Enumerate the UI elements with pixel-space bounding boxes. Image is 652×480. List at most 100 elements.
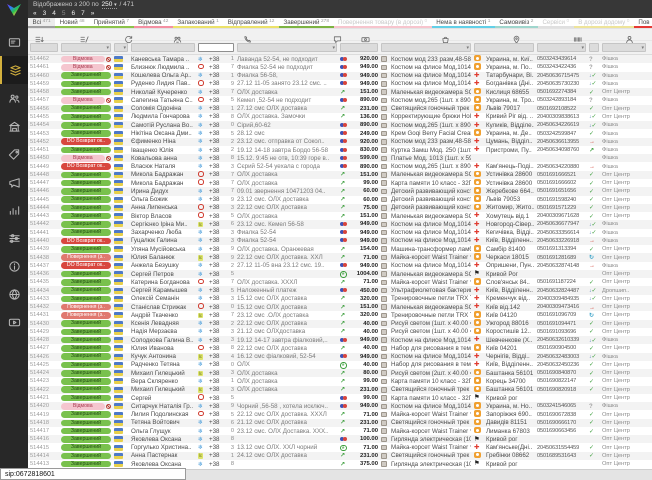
order-row[interactable]: 514451ЗавершенийІващенко Юлія❄+38219.12 … [28, 146, 652, 154]
last-page-icon[interactable]: » [91, 10, 95, 18]
filter-ttn[interactable]: ▾ [537, 43, 586, 52]
order-row[interactable]: 514434ЗавершенийСергей Карамышев❄+385Нал… [28, 286, 652, 294]
order-total: 949.00 [351, 337, 378, 343]
order-row[interactable]: 514460ЗавершенийКошелева Ольга Ар..❄+381… [28, 72, 652, 80]
order-row[interactable]: 514425ЗавершенийРадченко Тетяна❄+380ОЛХ₴… [28, 361, 652, 369]
settings-sliders-icon[interactable] [0, 224, 28, 252]
tab-Пов[interactable]: Пов [634, 18, 652, 28]
tab-Прийнятий[interactable]: Прийнятий7 [89, 18, 134, 28]
order-row[interactable]: 514423ЗавершенийВера Скляренко❄+381ОЛХ д… [28, 377, 652, 385]
page-button[interactable]: 4 [52, 10, 56, 18]
order-row[interactable]: 514419ЗавершенийЛилия Подолинская+38522.… [28, 410, 652, 418]
statistics-icon[interactable] [0, 196, 28, 224]
order-row[interactable]: 514430ЗавершенийКсенія Левадняя❄+38222.1… [28, 320, 652, 328]
order-row[interactable]: 514453ЗавершенийНікітіна Оксана Дми..❄+3… [28, 129, 652, 137]
tab-Запакований[interactable]: Запакований1 [173, 18, 223, 28]
delivery-address: Коростишів 12.. [486, 328, 534, 335]
tab-Повернення товару (в дорозі)[interactable]: Повернення товару (в дорозі)0 [334, 18, 432, 28]
video-icon[interactable] [0, 308, 28, 336]
order-row[interactable]: 514452DO Возврат ок..Єфименко Ніна❄+3822… [28, 138, 652, 146]
order-row[interactable]: 514431Повернення (з..Андрій Ткаченкоlc+3… [28, 311, 652, 319]
order-row[interactable]: 514424ЗавершенийМихаил Гилецькийlc+383ОЛ… [28, 369, 652, 377]
filter-ttn-status[interactable] [589, 43, 599, 52]
order-row[interactable]: 514437DO Возврат ок..Анжела Безушку❄+382… [28, 262, 652, 270]
page-button[interactable]: 6 [72, 10, 76, 18]
tab-В дорозі додому[interactable]: В дорозі додому0 [574, 18, 634, 28]
order-row[interactable]: 514444ЗавершенийАнна Липенська+38322.12 … [28, 204, 652, 212]
order-row[interactable]: 514461ВідмоваБлизнюк Людмила ..+387Фиалк… [28, 63, 652, 71]
ttn-status-ok-icon: ✓ [589, 412, 594, 418]
ttn-number: 0501692108522 [537, 106, 586, 112]
order-row[interactable]: 514421ЗавершенийСергей+38599.00Карта пам… [28, 394, 652, 402]
order-row[interactable]: 514442ЗавершенийСергієнко Іріна Ми..lc+3… [28, 220, 652, 228]
order-row[interactable]: 514415ЗавершенийГоргулько Христина..❄+38… [28, 443, 652, 451]
products-tag-icon[interactable] [0, 140, 28, 168]
tab-Відправлений[interactable]: Відправлений12 [223, 18, 279, 28]
client-phone: +38 [209, 138, 223, 145]
product-icon [381, 164, 387, 170]
order-row[interactable]: 514433ЗавершенийОлексій Семанін❄+38315.1… [28, 295, 652, 303]
order-row[interactable]: 514420ВідмоваСитарчук Наталія Гр..❄+389Ч… [28, 402, 652, 410]
page-button[interactable]: 7 [81, 10, 85, 18]
order-row[interactable]: 514440DO Возврат ок..Гуцалюк Галина❄+383… [28, 237, 652, 245]
tab-Нема в наявності[interactable]: Нема в наявності1 [432, 18, 495, 28]
filter-source[interactable]: ▾ [602, 43, 646, 52]
app-logo[interactable] [6, 3, 22, 22]
filter-phone[interactable] [198, 43, 234, 52]
order-row[interactable]: 514422ЗавершенийМихаил Гилецькийlc+383ОЛ… [28, 386, 652, 394]
page-button[interactable]: 3 [43, 10, 47, 18]
tab-Новий[interactable]: Новий48 [55, 18, 89, 28]
order-row[interactable]: 514462ВідмоваКаневська Тамара ..❄+381Лав… [28, 55, 652, 63]
order-row[interactable]: 514418ЗавершенийТетяна Войтович❄+38621.1… [28, 419, 652, 427]
order-row[interactable]: 514454ЗавершенийСамотій Руслана Во..❄+38… [28, 121, 652, 129]
order-row[interactable]: 514435ЗавершенийКатерина Богданова+387ОЛ… [28, 278, 652, 286]
tab-Самовивіз[interactable]: Самовивіз2 [495, 18, 538, 28]
order-row[interactable]: 514427ЗавершенийЮлия Иванова+38822.12 см… [28, 344, 652, 352]
orders-icon[interactable] [0, 56, 28, 84]
filter-name[interactable] [131, 43, 195, 52]
info-icon[interactable] [0, 252, 28, 280]
warehouse-icon[interactable] [0, 112, 28, 140]
tab-Всі[interactable]: Всі471 [28, 18, 55, 28]
order-row[interactable]: 514449DO Возврат ок..Власюк Наталя❄+383С… [28, 162, 652, 170]
marketing-icon[interactable] [0, 168, 28, 196]
order-row[interactable]: 514448ЗавершенийМикола Бадражан+387ОЛХ д… [28, 171, 652, 179]
order-row[interactable]: 514441ЗавершенийЗахарченко Люба❄+383Фиал… [28, 229, 652, 237]
filter-price[interactable] [340, 43, 378, 52]
filter-flag[interactable]: ▾ [114, 43, 128, 52]
order-row[interactable]: 514447ЗавершенийМикола Бадражан+387ОЛХ д… [28, 179, 652, 187]
page-button[interactable]: 5 [62, 10, 66, 18]
order-row[interactable]: 514426ЗавершенийКучук Антонинаlc+38416.1… [28, 353, 652, 361]
order-row[interactable]: 514459ЗавершенийРуденко Лидия Пав..+3892… [28, 80, 652, 88]
filter-status[interactable]: ▾ [61, 43, 111, 52]
order-row[interactable]: 514414ЗавершенийАнна Пастернакlc+38124.1… [28, 452, 652, 460]
order-row[interactable]: 514436ЗавершенийСергей Петров❄+385₴1004.… [28, 270, 652, 278]
order-row[interactable]: 514417ЗавершенийОльга Глущук❄+38023.12 с… [28, 427, 652, 435]
clients-icon[interactable] [0, 84, 28, 112]
order-row[interactable]: 514450ВідмоваКовальова анна❄+38815.12. 9… [28, 154, 652, 162]
order-row[interactable]: 514428ЗавершенийСолодкова Галина В..❄+38… [28, 336, 652, 344]
filter-address[interactable] [474, 43, 534, 52]
order-row[interactable]: 514455ЗавершенийЛюдмила Гончарова❄+388ОЛ… [28, 113, 652, 121]
order-row[interactable]: 514456ЗавершенийСоломія Сідоніна❄+38127.… [28, 105, 652, 113]
tab-Сервіси[interactable]: Сервіси0 [538, 18, 574, 28]
order-row[interactable]: 514416ЗавершенийЯковлева Оксана❄+388100.… [28, 435, 652, 443]
order-row[interactable]: 514429ЗавершенийНадія Мерзаєва❄+38321.12… [28, 328, 652, 336]
order-row[interactable]: 514458ЗавершенийНиколай Кучеренко❄+387ОЛ… [28, 88, 652, 96]
order-row[interactable]: 514432Повернення (з..Станіслав Стрижак+3… [28, 303, 652, 311]
filter-comment[interactable]: ▾ [237, 43, 337, 52]
first-page-icon[interactable]: « [33, 10, 37, 18]
integrations-globe-icon[interactable] [0, 280, 28, 308]
filter-product[interactable]: ▾ [381, 43, 471, 52]
order-row[interactable]: 514439ЗавершенийУляна Мусійовська❄+389ОЛ… [28, 245, 652, 253]
order-row[interactable]: 514443ЗавершенийВіктор Власов+385ОЛХ дос… [28, 212, 652, 220]
order-row[interactable]: 514438Повернення (з..Юлия Баланюкlc+3892… [28, 253, 652, 261]
per-page-dropdown[interactable]: 250 ▾ [102, 1, 117, 9]
dashboard-icon[interactable] [0, 28, 28, 56]
filter-id[interactable] [30, 43, 58, 52]
order-row[interactable]: 514457ВідмоваСапегина Татьяна С..+385Кем… [28, 96, 652, 104]
order-row[interactable]: 514446ЗавершенийИрина Дидух❄+38709.01 зв… [28, 187, 652, 195]
tab-Завершений[interactable]: Завершений278 [279, 18, 334, 28]
order-row[interactable]: 514445ЗавершенийОльга Божик❄+38923.12 см… [28, 196, 652, 204]
tab-Відмова[interactable]: Відмова42 [134, 18, 173, 28]
